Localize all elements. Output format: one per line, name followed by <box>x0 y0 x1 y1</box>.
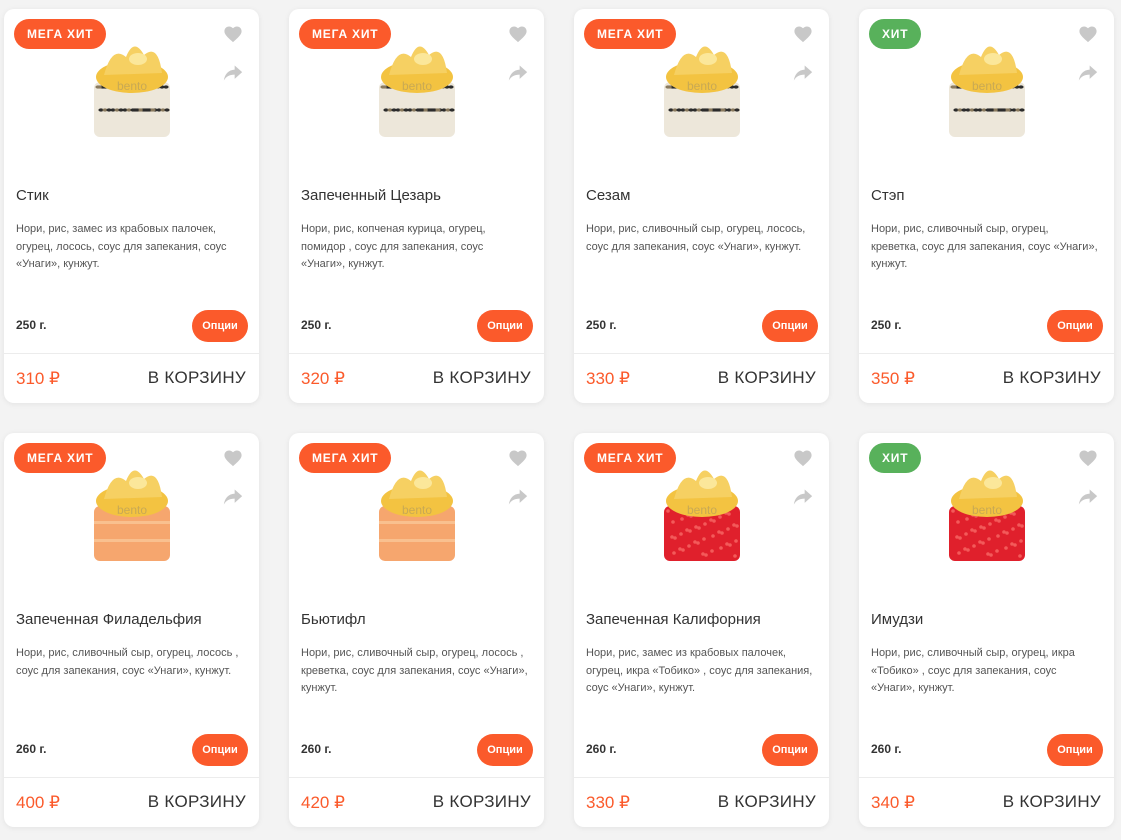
add-to-cart-button[interactable]: В КОРЗИНУ <box>148 368 246 388</box>
product-image[interactable]: bento <box>937 461 1037 566</box>
heart-icon[interactable] <box>1078 25 1098 43</box>
product-name[interactable]: Стик <box>16 187 49 204</box>
add-to-cart-button[interactable]: В КОРЗИНУ <box>718 792 816 812</box>
share-icon[interactable] <box>223 64 243 82</box>
product-description: Нори, рис, сливочный сыр, огурец, лосось… <box>586 223 806 253</box>
product-name[interactable]: Имудзи <box>871 611 923 628</box>
product-description: Нори, рис, копченая курица, огурец, поми… <box>301 223 486 270</box>
product-description: Нори, рис, сливочный сыр, огурец, кревет… <box>871 223 1098 270</box>
svg-text:bento: bento <box>972 503 1002 517</box>
product-price: 350 ₽ <box>871 369 915 388</box>
options-button[interactable]: Опции <box>477 734 533 766</box>
share-icon[interactable] <box>1078 64 1098 82</box>
product-description: Нори, рис, замес из крабовых палочек, ог… <box>16 223 227 270</box>
heart-icon[interactable] <box>1078 449 1098 467</box>
product-weight: 250 г. <box>871 318 902 332</box>
svg-text:bento: bento <box>402 503 432 517</box>
options-button[interactable]: Опции <box>1047 734 1103 766</box>
product-weight: 260 г. <box>301 742 332 756</box>
product-description: Нори, рис, сливочный сыр, огурец, лосось… <box>16 647 239 677</box>
product-name[interactable]: Бьютифл <box>301 611 366 628</box>
product-card: МЕГА ХИТ bento Запеченная Калифорния Нори, … <box>574 433 829 827</box>
svg-text:bento: bento <box>972 79 1002 93</box>
share-icon[interactable] <box>793 64 813 82</box>
hit-badge: ХИТ <box>869 19 922 49</box>
divider <box>4 777 259 778</box>
product-name[interactable]: Запеченная Калифорния <box>586 611 761 628</box>
product-image[interactable]: bento <box>367 461 467 566</box>
product-image[interactable]: bento <box>367 37 467 142</box>
share-icon[interactable] <box>508 488 528 506</box>
product-card: МЕГА ХИТ bento Сезам Нори, рис, сливочный с… <box>574 9 829 403</box>
product-price: 330 ₽ <box>586 793 630 812</box>
product-name[interactable]: Сезам <box>586 187 630 204</box>
share-icon[interactable] <box>793 488 813 506</box>
svg-text:bento: bento <box>117 79 147 93</box>
product-price: 330 ₽ <box>586 369 630 388</box>
product-price: 340 ₽ <box>871 793 915 812</box>
add-to-cart-button[interactable]: В КОРЗИНУ <box>433 792 531 812</box>
options-button[interactable]: Опции <box>192 734 248 766</box>
product-grid: МЕГА ХИТ bento Стик Нори, рис, замес из кра… <box>4 9 1114 827</box>
options-button[interactable]: Опции <box>192 310 248 342</box>
share-icon[interactable] <box>223 488 243 506</box>
product-card: ХИТ bento Имудзи Нори, рис, сливочный сыр, … <box>859 433 1114 827</box>
product-image[interactable]: bento <box>652 461 752 566</box>
svg-text:bento: bento <box>117 503 147 517</box>
options-button[interactable]: Опции <box>1047 310 1103 342</box>
product-image[interactable]: bento <box>82 37 182 142</box>
divider <box>574 353 829 354</box>
product-name[interactable]: Стэп <box>871 187 904 204</box>
options-button[interactable]: Опции <box>762 734 818 766</box>
product-image[interactable]: bento <box>937 37 1037 142</box>
divider <box>289 353 544 354</box>
product-image[interactable]: bento <box>82 461 182 566</box>
product-description: Нори, рис, сливочный сыр, огурец, лосось… <box>301 647 528 694</box>
divider <box>574 777 829 778</box>
product-card: МЕГА ХИТ bento Запеченная Филадельфия Нори,… <box>4 433 259 827</box>
product-description: Нори, рис, замес из крабовых палочек, ог… <box>586 647 813 694</box>
product-price: 420 ₽ <box>301 793 345 812</box>
product-card: МЕГА ХИТ bento Запеченный Цезарь Нори, рис,… <box>289 9 544 403</box>
product-weight: 260 г. <box>16 742 47 756</box>
divider <box>289 777 544 778</box>
product-price: 320 ₽ <box>301 369 345 388</box>
options-button[interactable]: Опции <box>477 310 533 342</box>
product-card: МЕГА ХИТ bento Бьютифл Нори, рис, сливочный… <box>289 433 544 827</box>
add-to-cart-button[interactable]: В КОРЗИНУ <box>1003 368 1101 388</box>
product-weight: 260 г. <box>586 742 617 756</box>
divider <box>859 353 1114 354</box>
heart-icon[interactable] <box>793 449 813 467</box>
heart-icon[interactable] <box>223 449 243 467</box>
product-price: 310 ₽ <box>16 369 60 388</box>
product-card: ХИТ bento Стэп Нори, рис, сливочный сыр, ог… <box>859 9 1114 403</box>
product-weight: 260 г. <box>871 742 902 756</box>
hit-badge: ХИТ <box>869 443 922 473</box>
heart-icon[interactable] <box>508 449 528 467</box>
product-name[interactable]: Запеченная Филадельфия <box>16 611 202 628</box>
svg-text:bento: bento <box>687 503 717 517</box>
heart-icon[interactable] <box>508 25 528 43</box>
product-weight: 250 г. <box>301 318 332 332</box>
product-weight: 250 г. <box>16 318 47 332</box>
svg-text:bento: bento <box>687 79 717 93</box>
options-button[interactable]: Опции <box>762 310 818 342</box>
product-name[interactable]: Запеченный Цезарь <box>301 187 441 204</box>
add-to-cart-button[interactable]: В КОРЗИНУ <box>718 368 816 388</box>
product-description: Нори, рис, сливочный сыр, огурец, икра «… <box>871 647 1075 694</box>
divider <box>859 777 1114 778</box>
svg-text:bento: bento <box>402 79 432 93</box>
divider <box>4 353 259 354</box>
product-card: МЕГА ХИТ bento Стик Нори, рис, замес из кра… <box>4 9 259 403</box>
add-to-cart-button[interactable]: В КОРЗИНУ <box>1003 792 1101 812</box>
share-icon[interactable] <box>508 64 528 82</box>
heart-icon[interactable] <box>223 25 243 43</box>
share-icon[interactable] <box>1078 488 1098 506</box>
add-to-cart-button[interactable]: В КОРЗИНУ <box>148 792 246 812</box>
heart-icon[interactable] <box>793 25 813 43</box>
product-weight: 250 г. <box>586 318 617 332</box>
add-to-cart-button[interactable]: В КОРЗИНУ <box>433 368 531 388</box>
product-image[interactable]: bento <box>652 37 752 142</box>
product-price: 400 ₽ <box>16 793 60 812</box>
